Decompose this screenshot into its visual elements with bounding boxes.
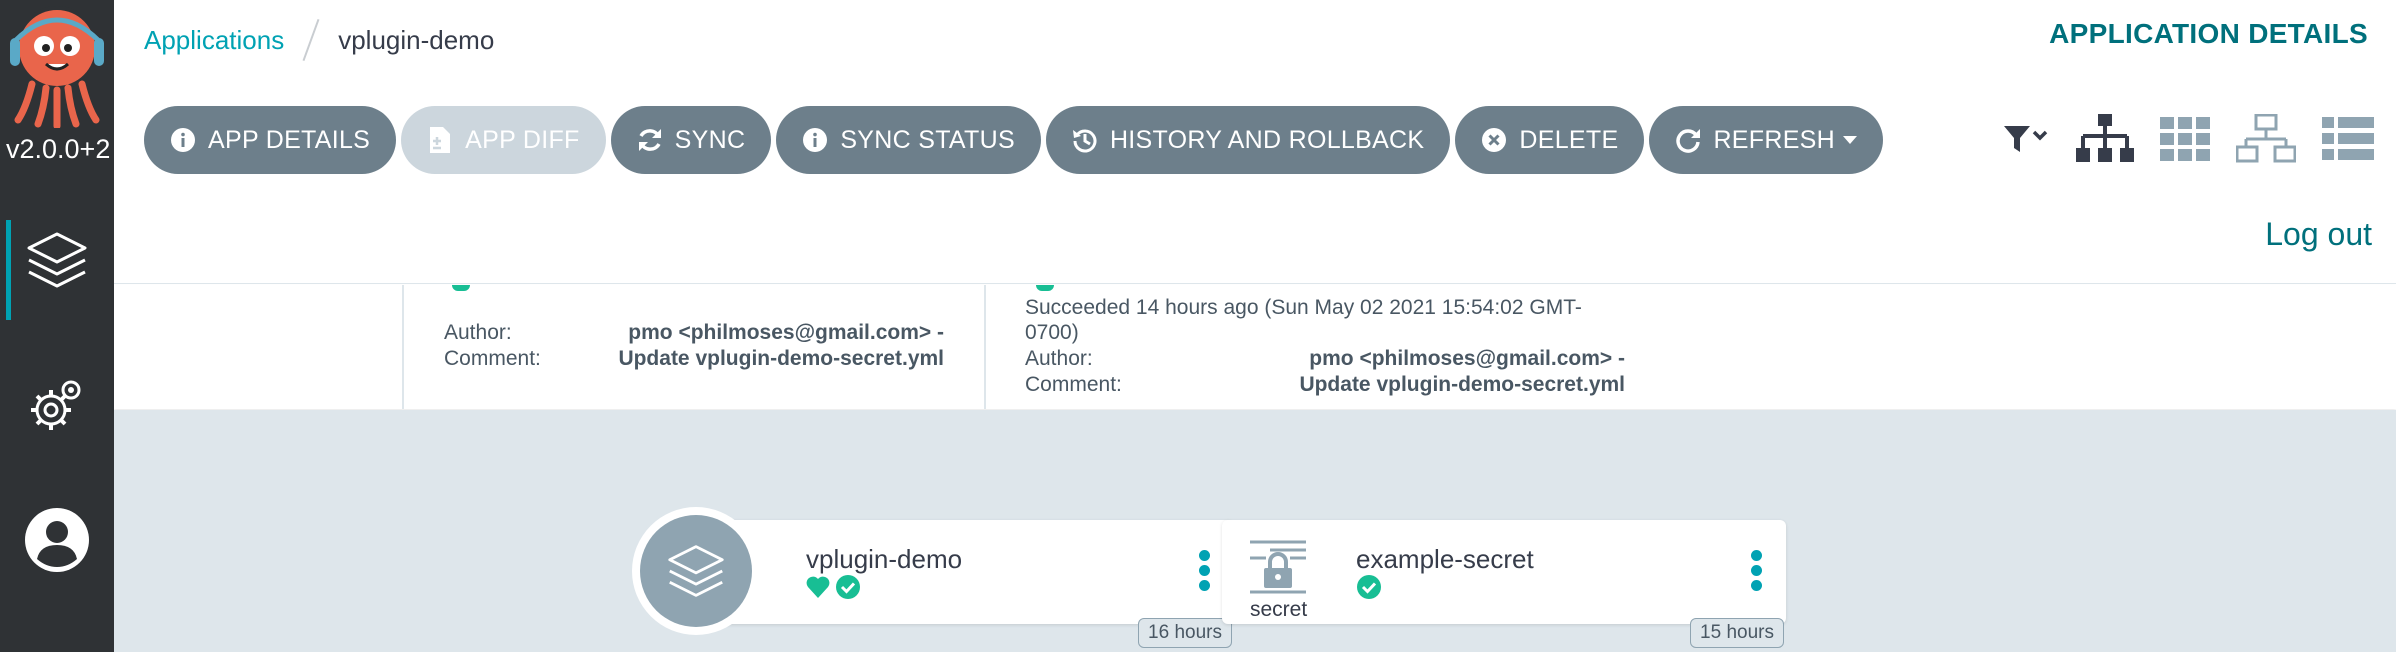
app-node-name: vplugin-demo [806, 544, 963, 574]
network-icon [2236, 114, 2296, 163]
filter-toggle[interactable] [2002, 122, 2050, 156]
list-view-button[interactable] [2322, 117, 2374, 161]
resource-node-age: 15 hours [1690, 618, 1784, 648]
argo-logo-icon[interactable] [6, 4, 108, 128]
grid-icon [2160, 117, 2210, 161]
heart-icon [806, 576, 830, 598]
resource-node-menu-button[interactable] [1750, 550, 1762, 595]
history-rollback-label: HISTORY AND ROLLBACK [1109, 125, 1425, 154]
check-circle-icon [1357, 575, 1381, 599]
logout-link[interactable]: Log out [2265, 216, 2372, 253]
caret-down-icon [1843, 136, 1858, 144]
network-view-button[interactable] [2236, 114, 2296, 164]
operation-comment-value: Update vplugin-demo-secret.yml [1299, 373, 1625, 396]
breadcrumb-current: vplugin-demo [338, 24, 495, 55]
info-icon [803, 128, 828, 152]
layers-icon [668, 545, 724, 597]
delete-button[interactable]: DELETE [1455, 106, 1645, 174]
sync-comment-value: Update vplugin-demo-secret.yml [618, 347, 944, 370]
close-circle-icon [1482, 128, 1507, 152]
info-icon [171, 128, 195, 152]
tree-view-button[interactable] [2076, 114, 2134, 164]
operation-author-value: pmo <philmoses@gmail.com> - [1309, 347, 1625, 370]
sync-status-button[interactable]: SYNC STATUS [776, 106, 1041, 174]
resource-kind-label: secret [1250, 598, 1308, 621]
history-icon [1072, 129, 1097, 153]
app-node-menu-button[interactable] [1198, 550, 1210, 595]
operation-comment-row: Comment: Update vplugin-demo-secret.yml [1025, 373, 1625, 399]
resource-node-name: example-secret [1356, 544, 1534, 574]
resource-graph: vplugin-demo 16 hours secret example-sec… [114, 410, 2396, 652]
breadcrumb: Applications vplugin-demo [144, 18, 494, 62]
check-circle-icon [836, 575, 860, 599]
user-icon [25, 508, 89, 572]
refresh-button[interactable]: REFRESH [1649, 106, 1884, 174]
app-diff-button[interactable]: APP DIFF [401, 106, 606, 174]
app-node-age: 16 hours [1138, 618, 1232, 648]
history-rollback-button[interactable]: HISTORY AND ROLLBACK [1045, 106, 1451, 174]
sync-button[interactable]: SYNC [610, 106, 772, 174]
gears-icon [31, 380, 81, 430]
secret-icon [1250, 540, 1306, 594]
operation-succeeded-text: Succeeded 14 hours ago (Sun May 02 2021 … [1025, 296, 1582, 344]
refresh-label: REFRESH [1713, 125, 1836, 154]
sync-author-value: pmo <philmoses@gmail.com> - [628, 321, 944, 344]
operation-comment-label: Comment: [1025, 373, 1122, 396]
sitemap-icon [2076, 114, 2134, 162]
version-label: v2.0.0+2 [6, 134, 111, 164]
sidebar-item-user[interactable] [0, 490, 114, 590]
filter-icon [2004, 126, 2048, 152]
operation-author-label: Author: [1025, 347, 1093, 370]
pods-view-button[interactable] [2160, 117, 2210, 161]
app-node-status [806, 575, 860, 599]
sync-status-label: SYNC STATUS [840, 125, 1015, 154]
refresh-icon [1676, 129, 1701, 153]
page-title: APPLICATION DETAILS [2049, 18, 2368, 49]
sidebar-item-applications[interactable] [0, 210, 114, 320]
toolbar: APP DETAILS APP DIFF SYNC SYNC STATUS HI… [114, 84, 2396, 284]
breadcrumb-separator [302, 18, 320, 62]
app-diff-label: APP DIFF [465, 125, 580, 154]
sync-comment-row: Comment: Update vplugin-demo-secret.yml [444, 347, 944, 373]
sync-author-label: Author: [444, 321, 512, 344]
top-bar: Applications vplugin-demo APPLICATION DE… [114, 0, 2396, 84]
sync-label: SYNC [674, 125, 746, 154]
status-panel: Author: pmo <philmoses@gmail.com> - Comm… [114, 285, 2396, 409]
resource-node[interactable]: secret example-secret 15 hours [1222, 520, 1786, 648]
panel-divider [984, 285, 986, 409]
panel-divider [402, 285, 404, 409]
sync-icon [638, 129, 661, 151]
sync-status-icon [452, 285, 470, 291]
list-icon [2322, 117, 2374, 160]
view-switcher [1976, 114, 2374, 164]
layers-icon [27, 232, 87, 288]
app-details-label: APP DETAILS [208, 125, 371, 154]
file-diff-icon [430, 127, 451, 153]
app-node-icon [632, 507, 760, 635]
delete-label: DELETE [1519, 125, 1619, 154]
operation-author-row: Author: pmo <philmoses@gmail.com> - [1025, 347, 1625, 373]
breadcrumb-applications-link[interactable]: Applications [144, 25, 284, 56]
sync-author-row: Author: pmo <philmoses@gmail.com> - [444, 321, 944, 347]
sidebar: v2.0.0+2 [0, 0, 114, 652]
operation-status-icon [1036, 285, 1054, 291]
sidebar-item-settings[interactable] [0, 356, 114, 456]
app-details-button[interactable]: APP DETAILS [144, 106, 397, 174]
sync-comment-label: Comment: [444, 347, 541, 370]
